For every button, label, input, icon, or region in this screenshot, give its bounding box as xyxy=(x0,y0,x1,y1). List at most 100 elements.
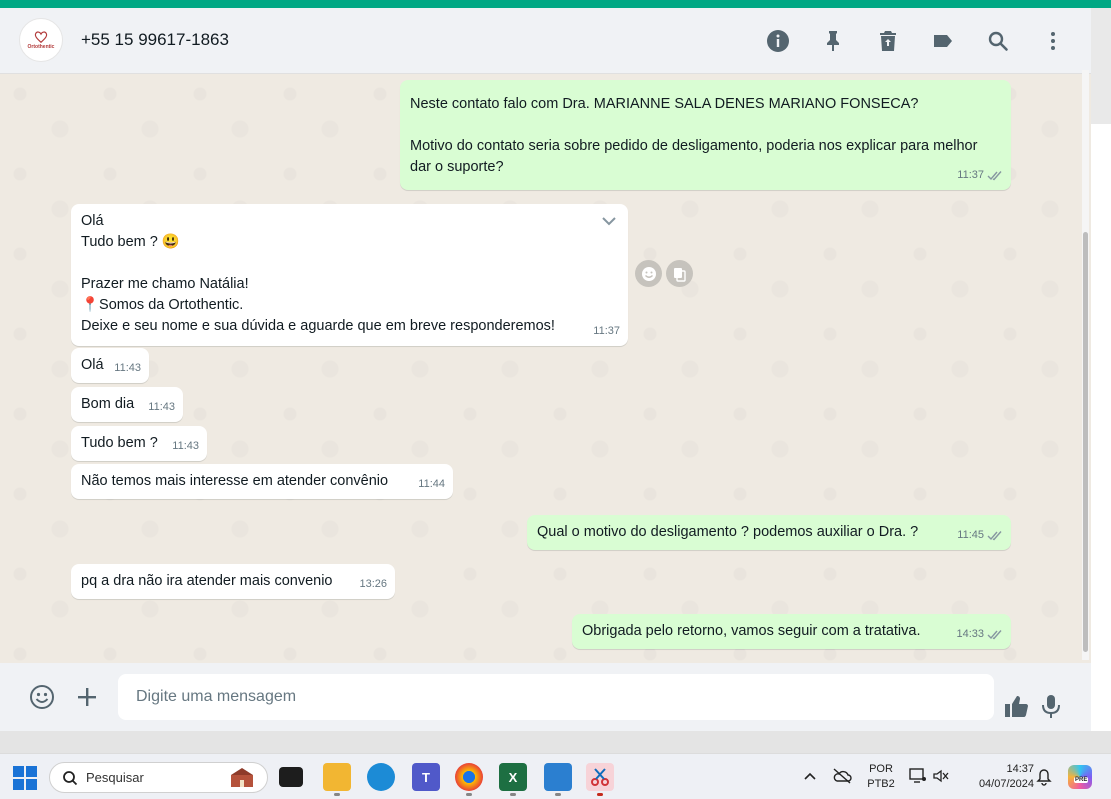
scissors-icon xyxy=(591,768,609,786)
input-language-indicator[interactable]: POR PTB2 xyxy=(862,762,900,792)
tooth-logo-icon xyxy=(34,30,48,43)
taskbar-search-label: Pesquisar xyxy=(86,770,144,785)
outgoing-message[interactable]: Neste contato falo com Dra. MARIANNE SAL… xyxy=(400,80,1011,190)
incoming-message[interactable]: Olá 11:43 xyxy=(71,348,149,383)
windows-logo-tile xyxy=(13,779,24,790)
language-code: POR xyxy=(869,763,893,775)
onedrive-offline-icon[interactable] xyxy=(832,768,852,784)
task-view-button[interactable] xyxy=(279,767,303,787)
message-meta: 11:43 xyxy=(114,358,141,379)
teams-button[interactable]: T xyxy=(412,763,440,791)
message-meta: 11:43 xyxy=(148,397,175,418)
pin-icon[interactable] xyxy=(819,27,847,55)
desktop-gap xyxy=(0,731,1111,753)
thumbs-up-button[interactable] xyxy=(1000,690,1032,722)
message-meta: 11:43 xyxy=(172,436,199,457)
message-meta: 11:37 xyxy=(957,165,1003,186)
message-time: 11:43 xyxy=(172,440,199,452)
contact-name[interactable]: +55 15 99617-1863 xyxy=(81,30,229,50)
microphone-icon xyxy=(1042,695,1060,718)
notification-bell-icon[interactable] xyxy=(1036,768,1052,786)
incoming-message[interactable]: pq a dra não ira atender mais convenio 1… xyxy=(71,564,395,599)
chevron-down-icon[interactable] xyxy=(600,212,618,230)
incoming-message[interactable]: Olá Tudo bem ? 😃 Prazer me chamo Natália… xyxy=(71,204,628,346)
message-meta: 11:44 xyxy=(418,474,445,495)
message-meta: 11:45 xyxy=(957,525,1003,546)
chrome-button[interactable] xyxy=(455,763,483,791)
running-indicator xyxy=(510,793,516,796)
window-top-accent-bar xyxy=(0,0,1111,8)
incoming-message[interactable]: Não temos mais interesse em atender conv… xyxy=(71,464,453,499)
react-emoji-button[interactable] xyxy=(635,260,662,287)
running-indicator xyxy=(466,793,472,796)
chevron-up-icon[interactable] xyxy=(802,769,818,785)
copy-button[interactable] xyxy=(666,260,693,287)
message-hover-actions xyxy=(635,260,693,287)
chat-header: Ortothentic +55 15 99617-1863 xyxy=(0,8,1091,74)
start-button[interactable] xyxy=(13,766,37,790)
search-icon[interactable] xyxy=(984,27,1012,55)
taskbar-search[interactable]: Pesquisar xyxy=(49,762,268,793)
snipping-tool-button[interactable] xyxy=(586,763,614,791)
file-explorer-button[interactable] xyxy=(323,763,351,791)
display-icon[interactable] xyxy=(909,768,927,784)
contact-avatar[interactable]: Ortothentic xyxy=(19,18,63,62)
label-icon[interactable] xyxy=(929,27,957,55)
speaker-muted-icon[interactable] xyxy=(932,768,950,784)
message-time: 11:43 xyxy=(114,362,141,374)
copy-icon xyxy=(673,267,686,282)
message-text: Qual o motivo do desligamento ? podemos … xyxy=(537,524,919,540)
windows-logo-tile xyxy=(26,779,37,790)
incoming-message[interactable]: Tudo bem ? 11:43 xyxy=(71,426,207,461)
running-indicator xyxy=(334,793,340,796)
attach-button[interactable] xyxy=(71,681,103,713)
header-actions xyxy=(737,27,1067,55)
windows-logo-tile xyxy=(13,766,24,777)
message-time: 13:26 xyxy=(359,578,387,590)
message-text: Não temos mais interesse em atender conv… xyxy=(81,473,389,489)
message-meta: 13:26 xyxy=(359,574,387,595)
avatar-logo-text: Ortothentic xyxy=(27,43,55,50)
delete-icon[interactable] xyxy=(874,27,902,55)
incoming-message[interactable]: Bom dia 11:43 xyxy=(71,387,183,422)
more-options-icon[interactable] xyxy=(1039,27,1067,55)
thumbs-up-icon xyxy=(1005,696,1028,717)
windows-taskbar: Pesquisar T X POR PTB2 14:37 04/07/2024 … xyxy=(0,753,1111,799)
clock-time: 14:37 xyxy=(1006,763,1034,775)
message-time: 14:33 xyxy=(956,628,984,640)
message-time: 11:45 xyxy=(957,529,984,541)
window-right-edge xyxy=(1091,8,1111,124)
whatsapp-chat-window: Ortothentic +55 15 99617-1863 Neste cont… xyxy=(0,8,1091,731)
window-right-edge-lower xyxy=(1091,124,1111,751)
voice-message-button[interactable] xyxy=(1035,690,1067,722)
message-input[interactable]: Digite uma mensagem xyxy=(118,674,994,720)
notepad-button[interactable] xyxy=(544,763,572,791)
info-icon[interactable] xyxy=(764,27,792,55)
message-composer: Digite uma mensagem xyxy=(0,663,1091,731)
chat-scrollbar-thumb[interactable] xyxy=(1083,232,1088,652)
message-meta: 11:37 xyxy=(593,321,620,342)
running-indicator xyxy=(597,793,603,796)
search-icon xyxy=(63,770,78,785)
message-text: Obrigada pelo retorno, vamos seguir com … xyxy=(582,623,921,639)
emoji-icon xyxy=(641,266,656,281)
message-text: pq a dra não ira atender mais convenio xyxy=(81,573,333,589)
outgoing-message[interactable]: Qual o motivo do desligamento ? podemos … xyxy=(527,515,1011,550)
search-highlight-building-icon xyxy=(231,767,253,787)
excel-button[interactable]: X xyxy=(499,763,527,791)
keyboard-layout: PTB2 xyxy=(867,778,895,790)
read-ticks-icon xyxy=(987,171,1002,181)
running-indicator xyxy=(555,793,561,796)
message-input-placeholder: Digite uma mensagem xyxy=(136,688,297,705)
clock-date: 04/07/2024 xyxy=(978,778,1034,790)
copilot-preview-badge: PRE xyxy=(1074,777,1089,783)
copilot-button[interactable]: PRE xyxy=(1068,765,1092,789)
message-time: 11:43 xyxy=(148,401,175,413)
taskbar-clock[interactable]: 14:37 04/07/2024 xyxy=(962,762,1034,792)
edge-browser-button[interactable] xyxy=(367,763,395,791)
emoji-button[interactable] xyxy=(26,681,58,713)
outgoing-message[interactable]: Obrigada pelo retorno, vamos seguir com … xyxy=(572,614,1011,649)
message-list[interactable]: Neste contato falo com Dra. MARIANNE SAL… xyxy=(0,74,1091,663)
message-text: Olá Tudo bem ? 😃 Prazer me chamo Natália… xyxy=(81,213,555,334)
emoji-icon xyxy=(30,685,54,709)
